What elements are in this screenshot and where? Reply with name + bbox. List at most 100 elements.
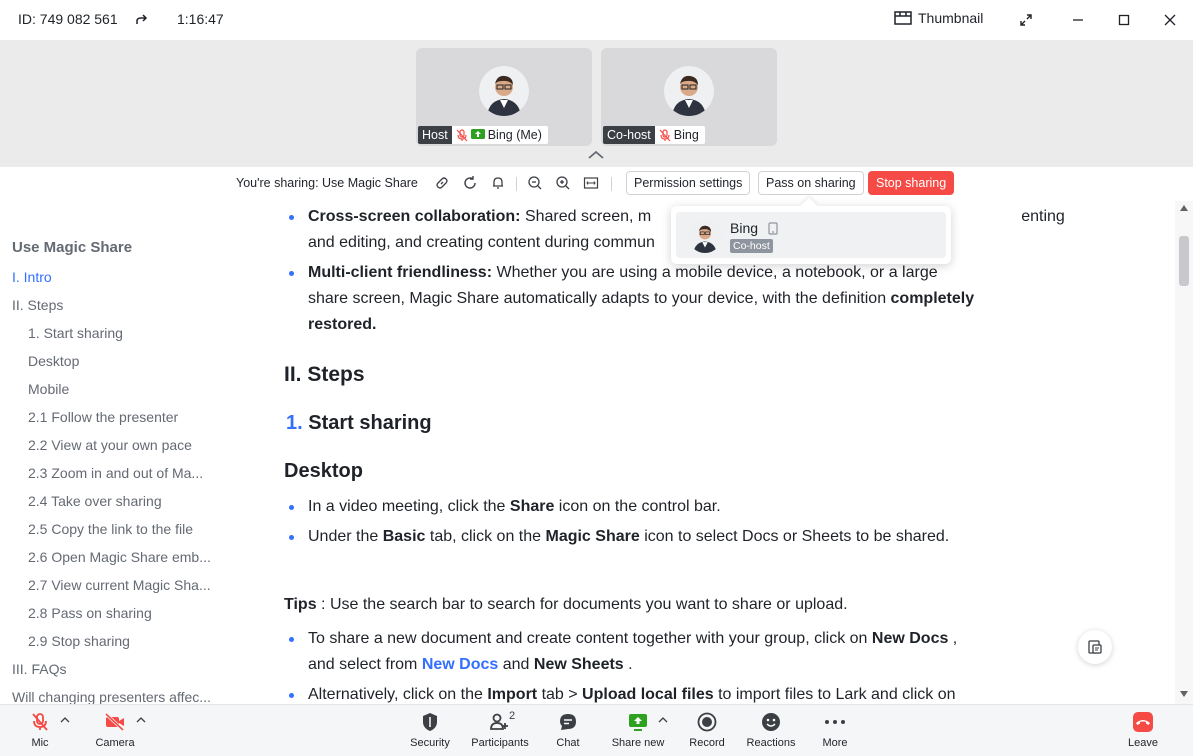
mic-options-chevron-icon[interactable]: [60, 717, 70, 723]
leave-label: Leave: [1128, 737, 1158, 749]
share-link-icon[interactable]: [134, 12, 150, 28]
document-info-button[interactable]: [1078, 630, 1112, 664]
phone-icon: [768, 222, 778, 235]
participant-name-tag: Bing: [654, 126, 705, 144]
chat-button[interactable]: Chat: [533, 711, 603, 749]
record-button[interactable]: Record: [672, 711, 742, 749]
scroll-down-icon[interactable]: [1180, 691, 1188, 697]
title-bar: ID: 749 082 561 1:16:47 Thumbnail: [0, 0, 1193, 40]
shield-icon: [419, 711, 441, 733]
maximize-icon[interactable]: [1114, 10, 1134, 30]
video-strip: Host Bing (Me) Co-host Bing: [0, 40, 1193, 167]
toc-item[interactable]: 2.1 Follow the presenter: [28, 409, 178, 425]
more-button[interactable]: More: [800, 711, 870, 749]
security-button[interactable]: Security: [395, 711, 465, 749]
toc-item[interactable]: 2.5 Copy the link to the file: [28, 521, 193, 537]
meeting-toolbar: Mic Camera Security Participants 2 Chat …: [0, 704, 1193, 756]
minimize-icon[interactable]: [1068, 10, 1088, 30]
toc-item[interactable]: 2.4 Take over sharing: [28, 493, 162, 509]
security-label: Security: [410, 737, 450, 749]
toc-item[interactable]: 1. Start sharing: [28, 325, 123, 341]
meeting-id: ID: 749 082 561: [18, 11, 118, 27]
participants-count: 2: [509, 710, 516, 722]
close-icon[interactable]: [1160, 10, 1180, 30]
toc-item[interactable]: 2.8 Pass on sharing: [28, 605, 152, 621]
camera-off-icon: [104, 711, 126, 733]
video-tile-cohost[interactable]: Co-host Bing: [601, 48, 777, 146]
toc-item[interactable]: Desktop: [28, 353, 79, 369]
camera-options-chevron-icon[interactable]: [136, 717, 146, 723]
meeting-timer: 1:16:47: [177, 11, 224, 27]
participants-button[interactable]: Participants: [465, 711, 535, 749]
toc-title: Use Magic Share: [12, 239, 133, 256]
toc-item[interactable]: II. Steps: [12, 297, 63, 313]
mic-muted-icon: [29, 711, 51, 733]
record-label: Record: [689, 737, 725, 749]
tile-labels: Co-host Bing: [603, 126, 705, 144]
stop-sharing-button[interactable]: Stop sharing: [868, 171, 955, 195]
chat-label: Chat: [556, 737, 580, 749]
table-of-contents: Use Magic Share I. Intro II. Steps 1. St…: [0, 201, 240, 704]
bullet-dot: [289, 271, 294, 276]
bullet-text: To share a new document and create conte…: [308, 630, 958, 647]
toc-item[interactable]: 2.3 Zoom in and out of Ma...: [28, 465, 203, 481]
collapse-chevron-icon[interactable]: [587, 150, 605, 160]
participants-icon: [489, 711, 511, 733]
screen-share-icon: [470, 129, 485, 139]
toc-item[interactable]: 2.7 View current Magic Sha...: [28, 577, 211, 593]
permission-settings-button[interactable]: Permission settings: [626, 171, 751, 195]
toc-item[interactable]: Mobile: [28, 381, 69, 397]
share-options-chevron-icon[interactable]: [658, 717, 668, 723]
smiley-icon: [760, 711, 782, 733]
thumbnail-icon: [894, 11, 912, 25]
divider: [516, 177, 517, 191]
avatar: [688, 219, 722, 253]
toc-item[interactable]: 2.9 Stop sharing: [28, 633, 130, 649]
sharing-status: You're sharing: Use Magic Share: [236, 176, 418, 190]
reactions-label: Reactions: [746, 737, 796, 749]
leave-button[interactable]: Leave: [1108, 711, 1178, 749]
pass-on-sharing-button[interactable]: Pass on sharing: [758, 171, 864, 195]
bullet-dot: [289, 637, 294, 642]
reactions-button[interactable]: Reactions: [736, 711, 806, 749]
participant-name: Bing: [730, 220, 759, 236]
toc-item[interactable]: Will changing presenters affec...: [12, 689, 211, 704]
fullscreen-icon[interactable]: [1016, 10, 1036, 30]
divider: [611, 177, 612, 191]
camera-label: Camera: [95, 737, 135, 749]
role-badge: Host: [418, 126, 452, 144]
bullet-dot: [289, 505, 294, 510]
toc-item[interactable]: 2.2 View at your own pace: [28, 437, 192, 453]
zoom-in-icon[interactable]: [555, 175, 571, 191]
bell-icon[interactable]: [490, 175, 506, 191]
more-icon: [824, 711, 846, 733]
new-docs-link[interactable]: New Docs: [422, 656, 498, 673]
bullet-text: Under the Basic tab, click on the Magic …: [308, 528, 950, 545]
bullet-text: and editing, and creating content during…: [308, 234, 655, 251]
link-icon[interactable]: [434, 175, 450, 191]
toc-item[interactable]: 2.6 Open Magic Share emb...: [28, 549, 211, 565]
share-new-label: Share new: [611, 737, 665, 749]
scroll-up-icon[interactable]: [1180, 205, 1188, 211]
zoom-out-icon[interactable]: [527, 175, 543, 191]
refresh-icon[interactable]: [462, 175, 478, 191]
chat-icon: [557, 711, 579, 733]
toc-item[interactable]: III. FAQs: [12, 661, 66, 677]
mic-muted-icon: [456, 128, 468, 141]
screen-share-icon: [627, 711, 649, 733]
participant-name: Bing (Me): [487, 128, 542, 142]
scrollbar[interactable]: [1175, 201, 1193, 704]
thumbnail-button[interactable]: Thumbnail: [894, 10, 983, 26]
bullet-text: and select from New Docs and New Sheets …: [308, 656, 633, 673]
bullet-dot: [289, 693, 294, 698]
video-tile-host[interactable]: Host Bing (Me): [416, 48, 592, 146]
scrollbar-thumb[interactable]: [1179, 236, 1189, 286]
mic-label: Mic: [31, 737, 49, 749]
toc-item[interactable]: I. Intro: [12, 269, 52, 285]
participants-label: Participants: [471, 737, 529, 749]
leave-phone-icon: [1132, 711, 1154, 733]
avatar: [664, 66, 714, 116]
participant-option[interactable]: Bing Co-host: [676, 212, 946, 258]
fit-width-icon[interactable]: [583, 175, 599, 191]
bullet-text: restored.: [308, 316, 377, 333]
